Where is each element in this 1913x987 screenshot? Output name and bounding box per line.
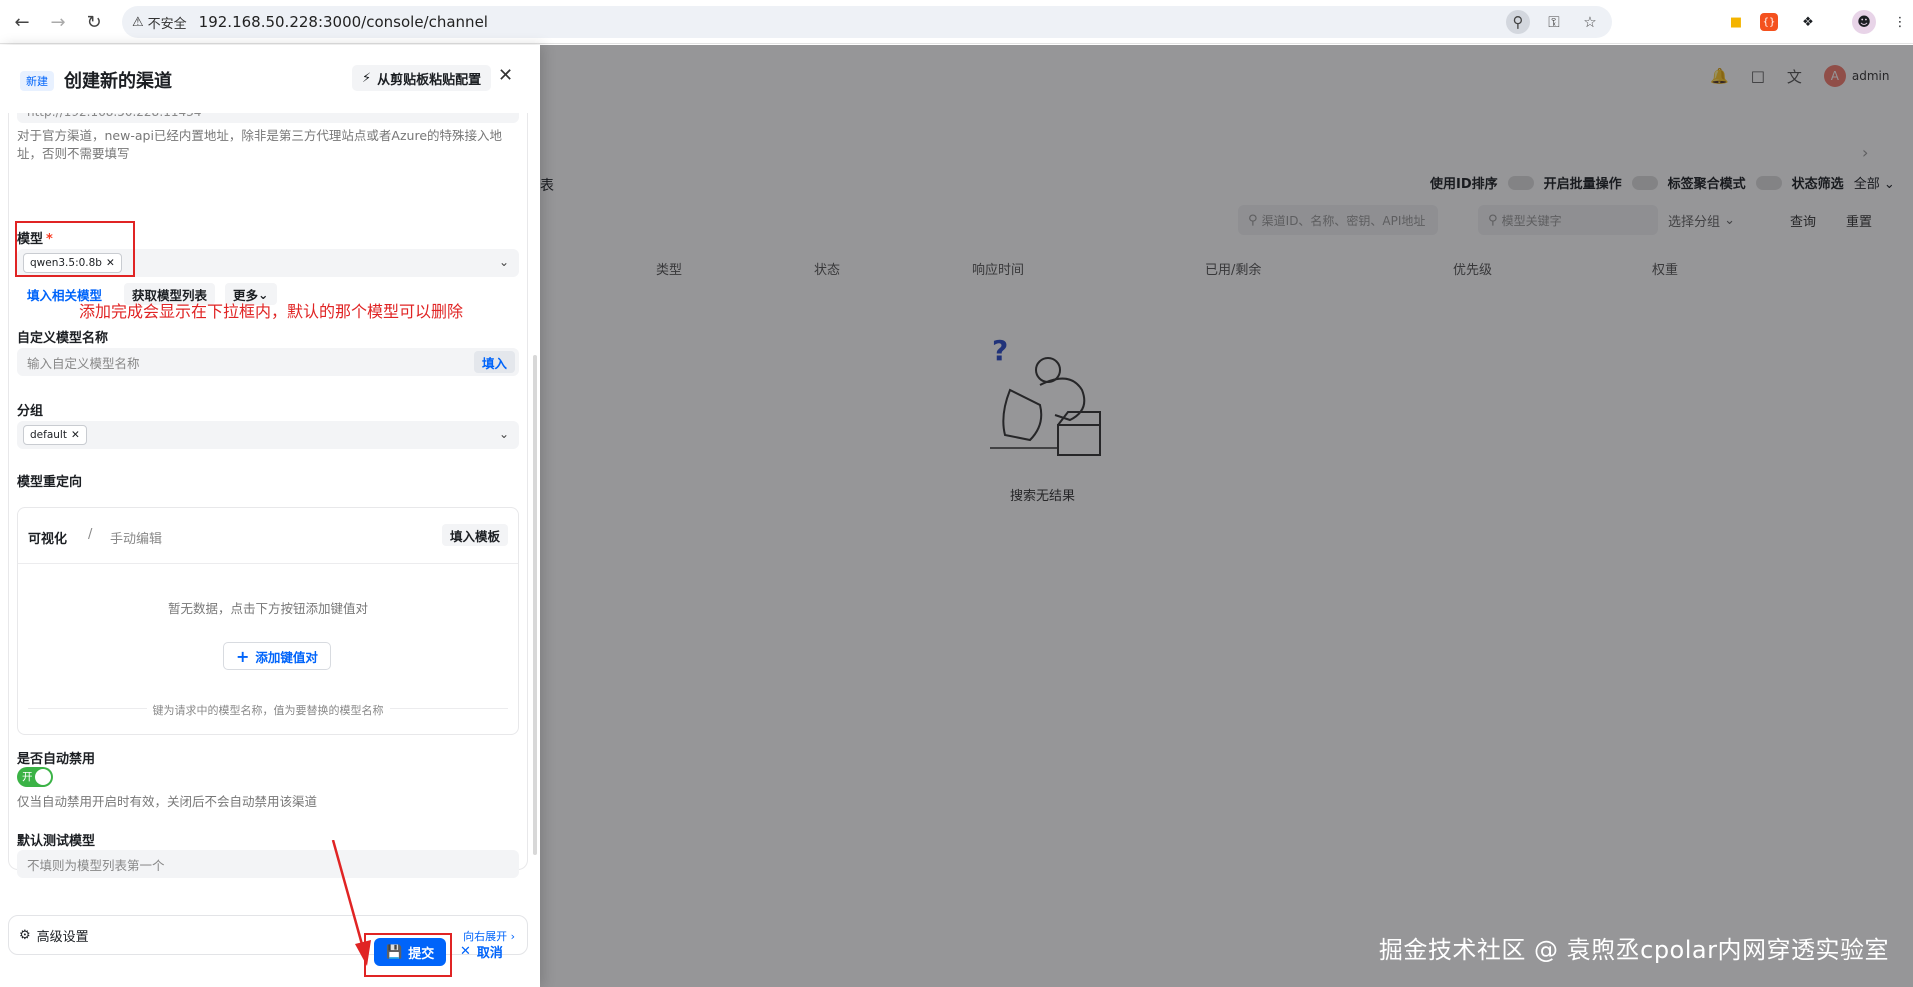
test-model-input[interactable]: 不填则为模型列表第一个 bbox=[17, 850, 519, 878]
warning-icon: ⚠ bbox=[132, 14, 144, 30]
redirect-footnote: 键为请求中的模型名称，值为要替换的模型名称 bbox=[18, 702, 518, 718]
test-model-label: 默认测试模型 bbox=[17, 834, 96, 849]
remove-group-icon[interactable]: ✕ bbox=[71, 429, 80, 441]
new-tag: 新建 bbox=[20, 71, 54, 91]
custom-model-label: 自定义模型名称 bbox=[17, 331, 109, 346]
extension-icon-2[interactable]: {} bbox=[1760, 13, 1778, 31]
basic-info-card: http://192.168.50.228:11434 对于官方渠道，new-a… bbox=[8, 105, 528, 878]
forward-icon[interactable]: → bbox=[44, 8, 72, 36]
plus-icon: + bbox=[236, 646, 250, 666]
scrollbar[interactable] bbox=[533, 355, 537, 855]
watermark: 掘金技术社区 @ 袁煦丞cpolar内网穿透实验室 bbox=[1378, 936, 1889, 964]
url-text: 192.168.50.228:3000/console/channel bbox=[198, 13, 488, 31]
fill-template-button[interactable]: 填入模板 bbox=[441, 524, 508, 546]
chevron-down-icon: ⌄ bbox=[498, 427, 509, 441]
add-pair-button[interactable]: + 添加键值对 bbox=[223, 642, 331, 670]
annotation-box-model bbox=[15, 221, 135, 277]
menu-icon[interactable]: ⋮ bbox=[1888, 10, 1912, 34]
tab-visual[interactable]: 可视化 bbox=[28, 528, 67, 547]
model-redirect-card: 可视化 / 手动编辑 填入模板 暂无数据，点击下方按钮添加键值对 + 添加键值对… bbox=[17, 507, 519, 735]
base-url-hint: 对于官方渠道，new-api已经内置地址，除非是第三方代理站点或者Azure的特… bbox=[17, 128, 503, 161]
sheet-header: 新建 创建新的渠道 ⚡ 从剪贴板粘贴配置 ✕ bbox=[0, 45, 540, 113]
close-icon[interactable]: ✕ bbox=[498, 65, 513, 86]
puzzle-icon[interactable]: ❖ bbox=[1796, 10, 1820, 34]
key-icon[interactable]: ⚿ bbox=[1542, 10, 1566, 34]
annotation-arrow bbox=[331, 840, 371, 966]
modal-mask[interactable] bbox=[540, 45, 1913, 987]
group-select[interactable]: default ✕ ⌄ bbox=[17, 421, 519, 449]
cancel-button[interactable]: ✕ 取消 bbox=[460, 942, 503, 961]
extension-icon[interactable]: ■ bbox=[1724, 10, 1748, 34]
security-warning[interactable]: ⚠ 不安全 bbox=[132, 13, 187, 32]
tab-separator: / bbox=[88, 527, 93, 542]
group-chip: default ✕ bbox=[23, 425, 87, 445]
star-icon[interactable]: ☆ bbox=[1578, 10, 1602, 34]
auto-disable-switch[interactable]: 开 bbox=[17, 767, 53, 787]
redirect-empty-text: 暂无数据，点击下方按钮添加键值对 bbox=[167, 601, 368, 616]
redirect-header: 可视化 / 手动编辑 填入模板 bbox=[18, 508, 518, 564]
advanced-settings-label: ⚙ 高级设置 bbox=[19, 928, 89, 945]
zoom-icon[interactable]: ⚲ bbox=[1506, 10, 1530, 34]
back-icon[interactable]: ← bbox=[8, 8, 36, 36]
switch-knob bbox=[35, 769, 51, 785]
annotation-box-submit bbox=[364, 933, 452, 977]
custom-model-input[interactable]: 输入自定义模型名称 填入 bbox=[17, 348, 519, 376]
bolt-icon: ⚡ bbox=[362, 70, 372, 86]
profile-icon[interactable]: ☻ bbox=[1852, 10, 1876, 34]
create-channel-sheet: 新建 创建新的渠道 ⚡ 从剪贴板粘贴配置 ✕ http://192.168.50… bbox=[0, 45, 540, 987]
sheet-body[interactable]: http://192.168.50.228:11434 对于官方渠道，new-a… bbox=[8, 105, 528, 908]
close-icon: ✕ bbox=[460, 944, 471, 959]
sheet-title: 创建新的渠道 bbox=[64, 71, 172, 92]
address-bar[interactable]: ⚠ 不安全 192.168.50.228:3000/console/channe… bbox=[122, 6, 1612, 38]
model-redirect-label: 模型重定向 bbox=[17, 475, 83, 490]
auto-disable-label: 是否自动禁用 bbox=[17, 752, 96, 767]
chevron-down-icon: ⌄ bbox=[498, 255, 509, 269]
auto-disable-hint: 仅当自动禁用开启时有效，关闭后不会自动禁用该渠道 bbox=[17, 794, 318, 809]
group-label: 分组 bbox=[17, 404, 44, 419]
fill-custom-model-button[interactable]: 填入 bbox=[473, 351, 515, 373]
reload-icon[interactable]: ↻ bbox=[80, 8, 108, 36]
paste-config-button[interactable]: ⚡ 从剪贴板粘贴配置 bbox=[352, 65, 492, 91]
annotation-text: 添加完成会显示在下拉框内，默认的那个模型可以删除 bbox=[79, 302, 464, 321]
gear-icon: ⚙ bbox=[19, 928, 31, 943]
browser-toolbar: ← → ↻ ⚠ 不安全 192.168.50.228:3000/console/… bbox=[0, 0, 1913, 44]
tab-manual[interactable]: 手动编辑 bbox=[110, 528, 162, 547]
